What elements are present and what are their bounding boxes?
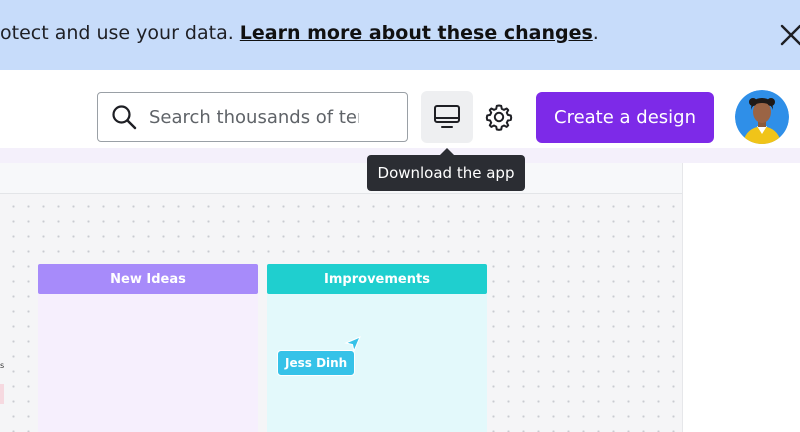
search-input[interactable] xyxy=(149,106,359,128)
column-improvements[interactable]: Improvements xyxy=(267,264,487,432)
column-header: New Ideas xyxy=(38,264,258,294)
settings-button[interactable] xyxy=(482,97,516,137)
tooltip-text: Download the app xyxy=(377,164,515,182)
desktop-icon xyxy=(434,105,460,128)
right-panel xyxy=(682,163,800,432)
avatar[interactable] xyxy=(735,90,789,144)
app-root: otect and use your data. Learn more abou… xyxy=(0,0,800,432)
banner-suffix: . xyxy=(592,22,599,44)
tooltip-arrow xyxy=(440,148,454,155)
column-title: Improvements xyxy=(324,271,430,287)
offscreen-sticky xyxy=(0,384,4,404)
close-icon xyxy=(780,24,800,46)
create-design-button[interactable]: Create a design xyxy=(536,92,714,143)
gear-icon xyxy=(485,104,513,131)
offscreen-fragment: s xyxy=(0,361,5,370)
avatar-image xyxy=(735,90,789,144)
search-icon xyxy=(112,105,137,130)
banner-message: otect and use your data. Learn more abou… xyxy=(0,22,599,44)
create-design-label: Create a design xyxy=(554,107,696,128)
canvas-toolbar-strip xyxy=(0,163,682,194)
download-app-button[interactable] xyxy=(421,91,473,143)
notification-banner: otect and use your data. Learn more abou… xyxy=(0,0,800,70)
close-banner-button[interactable] xyxy=(770,20,800,50)
column-body[interactable] xyxy=(38,294,258,432)
collaborator-label: Jess Dinh xyxy=(277,350,356,376)
learn-more-link[interactable]: Learn more about these changes xyxy=(240,22,593,44)
tooltip: Download the app xyxy=(367,155,525,191)
banner-text: otect and use your data. xyxy=(0,22,240,44)
collaborator-name: Jess Dinh xyxy=(285,356,348,370)
search-box[interactable] xyxy=(97,92,408,142)
column-header: Improvements xyxy=(267,264,487,294)
column-new-ideas[interactable]: New Ideas xyxy=(38,264,258,432)
top-header: Create a design xyxy=(0,70,800,148)
column-title: New Ideas xyxy=(110,271,186,287)
